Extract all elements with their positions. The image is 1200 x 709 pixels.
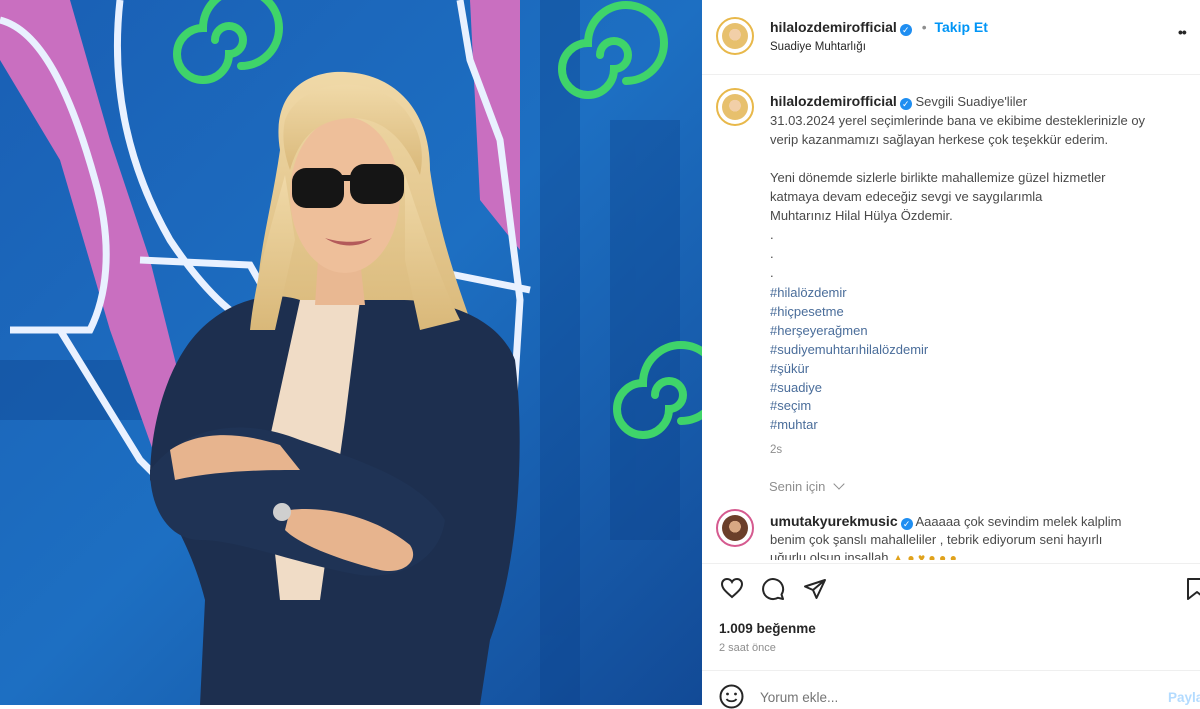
header-username[interactable]: hilalozdemirofficial: [770, 19, 897, 35]
header-location[interactable]: Suadiye Muhtarlığı: [770, 41, 866, 53]
hashtag-link[interactable]: #herşeyerağmen: [770, 322, 1195, 341]
post-image: [0, 0, 702, 705]
hashtag-link[interactable]: #şükür: [770, 360, 1195, 379]
emoji-row-icon: ▲ ● ♥ ● ● ●: [892, 551, 957, 560]
caption-line-3: Yeni dönemde sizlerle birlikte mahallemi…: [770, 170, 1106, 185]
comment-text-1: Aaaaaa çok sevindim melek kalplim: [915, 514, 1122, 529]
caption-age[interactable]: 2s: [770, 441, 1195, 460]
for-you-dropdown[interactable]: Senin için: [769, 478, 845, 494]
emoji-icon[interactable]: [719, 684, 744, 709]
commenter-verified-icon: ✓: [900, 518, 913, 530]
like-icon[interactable]: [720, 577, 744, 599]
post-photo[interactable]: [0, 0, 702, 705]
comment-text-2: benim çok şanslı mahalleliler , tebrik e…: [770, 532, 1103, 547]
hashtag-list: #hilalözdemir #hiçpesetme #herşeyerağmen…: [770, 284, 1195, 435]
for-you-label: Senin için: [769, 479, 826, 494]
header-title-row: hilalozdemirofficial ✓ • Takip Et: [770, 19, 988, 36]
hashtag-link[interactable]: #hilalözdemir: [770, 284, 1195, 303]
more-options-icon[interactable]: ••: [1178, 24, 1187, 40]
actions-divider: [702, 563, 1200, 564]
caption-line-4: katmaya devam edeceğiz sevgi ve saygılar…: [770, 189, 1043, 204]
caption-line-2: verip kazanmamızı sağlayan herkese çok t…: [770, 132, 1109, 147]
caption-avatar-image: [722, 94, 748, 120]
commenter-username[interactable]: umutakyurekmusic: [770, 513, 898, 529]
author-avatar-image: [722, 23, 748, 49]
header-divider: [702, 74, 1200, 75]
caption-body: hilalozdemirofficial ✓ Sevgili Suadiye'li…: [770, 92, 1195, 460]
post-comment-button[interactable]: Paylaş: [1168, 690, 1200, 705]
hashtag-link[interactable]: #seçim: [770, 397, 1195, 416]
caption-verified-icon: ✓: [899, 98, 912, 110]
chevron-down-icon: [833, 478, 845, 490]
caption-line-1: 31.03.2024 yerel seçimlerinde bana ve ek…: [770, 113, 1146, 128]
caption-line-5: Muhtarınız Hilal Hülya Özdemir.: [770, 208, 953, 223]
verified-badge-icon: ✓: [899, 24, 912, 36]
author-avatar[interactable]: [716, 17, 754, 55]
hashtag-link[interactable]: #sudiyemuhtarıhilalözdemir: [770, 341, 1195, 360]
caption-first-row: hilalozdemirofficial ✓ Sevgili Suadiye'li…: [770, 92, 1195, 111]
caption-dot-2: .: [770, 265, 774, 280]
hashtag-link[interactable]: #suadiye: [770, 379, 1195, 398]
hashtag-link[interactable]: #muhtar: [770, 416, 1195, 435]
likes-count[interactable]: 1.009 beğenme: [719, 621, 816, 636]
header-separator: •: [921, 19, 927, 35]
caption-line-0: Sevgili Suadiye'liler: [915, 94, 1028, 109]
post-time: 2 saat önce: [719, 642, 776, 654]
comment-box-divider: [702, 670, 1200, 671]
comment-body: umutakyurekmusic ✓ Aaaaaa çok sevindim me…: [770, 512, 1195, 560]
caption-dot-0: .: [770, 227, 774, 242]
commenter-avatar-image: [722, 515, 748, 541]
hashtag-link[interactable]: #hiçpesetme: [770, 303, 1195, 322]
post-panel: hilalozdemirofficial ✓ • Takip Et Suadiye…: [702, 0, 1200, 709]
commenter-avatar[interactable]: [716, 509, 754, 547]
comment-text-3: uğurlu olsun inşallah: [770, 550, 889, 560]
caption-dot-1: .: [770, 246, 774, 261]
caption-avatar[interactable]: [716, 88, 754, 126]
caption-username[interactable]: hilalozdemirofficial: [770, 93, 897, 109]
save-icon[interactable]: [1186, 577, 1200, 601]
follow-button[interactable]: Takip Et: [935, 19, 988, 35]
share-icon[interactable]: [803, 577, 827, 601]
comment-icon[interactable]: [761, 577, 785, 601]
